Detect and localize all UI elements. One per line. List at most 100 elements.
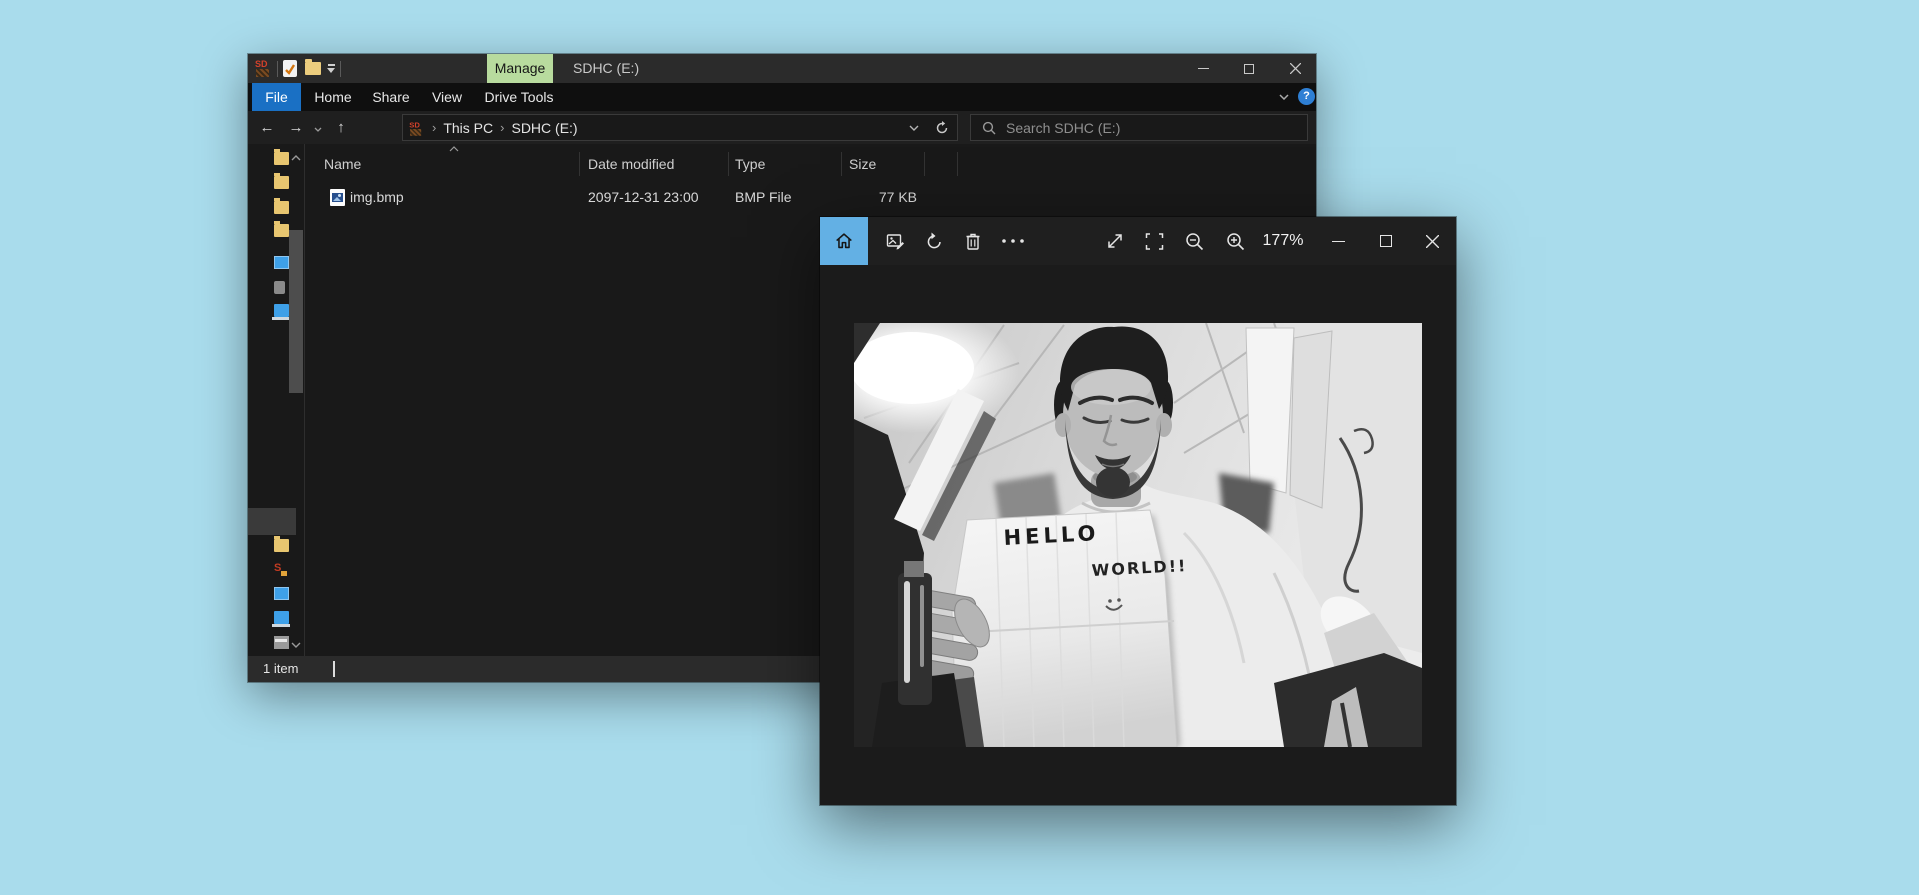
delete-button[interactable] — [954, 217, 992, 265]
minimize-icon — [1198, 68, 1209, 69]
refresh-icon[interactable] — [935, 121, 949, 135]
zoom-out-button[interactable] — [1175, 217, 1213, 265]
more-options-button[interactable] — [994, 217, 1032, 265]
file-name[interactable]: img.bmp — [350, 184, 404, 210]
quick-access-toolbar: SD — [248, 54, 346, 83]
zoom-in-button[interactable] — [1216, 217, 1254, 265]
fit-frame-icon — [1144, 232, 1165, 251]
status-divider — [333, 661, 335, 677]
desktop: SD Manage SDHC (E:) — [0, 0, 1919, 895]
column-header-date-modified[interactable]: Date modified — [588, 150, 674, 178]
fit-to-window-button[interactable] — [1135, 217, 1173, 265]
sign-line1: HELLO — [1003, 521, 1100, 550]
tree-laptop-icon[interactable] — [274, 304, 289, 317]
edit-image-button[interactable] — [876, 217, 914, 265]
close-icon — [1290, 63, 1301, 74]
tree-device-icon[interactable] — [274, 281, 285, 294]
breadcrumb-drive-icon: SD — [409, 121, 423, 136]
address-dropdown-icon[interactable] — [909, 125, 919, 131]
nav-scroll-up-icon[interactable] — [288, 152, 304, 164]
column-header-size[interactable]: Size — [849, 150, 876, 178]
photos-close-button[interactable] — [1413, 217, 1451, 265]
new-folder-icon[interactable] — [305, 62, 321, 75]
close-button[interactable] — [1272, 54, 1318, 83]
minimize-button[interactable] — [1180, 54, 1226, 83]
tree-drive-icon[interactable] — [274, 636, 289, 649]
photos-toolbar: 177% — [820, 217, 1456, 265]
zoom-level: 177% — [1258, 217, 1308, 265]
qat-separator — [277, 61, 278, 77]
breadcrumb-sdhc[interactable]: SDHC (E:) — [511, 120, 577, 136]
column-header-type[interactable]: Type — [735, 150, 765, 178]
file-type: BMP File — [735, 184, 792, 210]
tab-share[interactable]: Share — [370, 83, 412, 111]
tree-item-highlight[interactable] — [248, 508, 296, 535]
tree-folder-icon[interactable] — [274, 201, 289, 214]
sd-drive-icon: SD — [255, 60, 272, 78]
collapse-ribbon-button[interactable] — [1270, 83, 1298, 111]
home-button[interactable] — [820, 217, 868, 265]
recent-locations-dropdown[interactable] — [308, 111, 328, 144]
photo-hello-world: HELLO WORLD!! — [854, 323, 1422, 747]
photos-window: 177% — [820, 217, 1456, 805]
zoom-in-icon — [1225, 231, 1246, 252]
tree-device-icon[interactable] — [274, 587, 289, 600]
breadcrumb-separator: › — [493, 120, 511, 135]
search-input[interactable] — [1006, 120, 1286, 136]
back-button[interactable]: ← — [254, 111, 280, 144]
properties-icon[interactable] — [283, 60, 297, 77]
photos-maximize-button[interactable] — [1367, 217, 1405, 265]
tab-file[interactable]: File — [252, 83, 301, 111]
sort-ascending-icon[interactable] — [449, 146, 459, 152]
search-box[interactable] — [970, 114, 1308, 141]
window-title: SDHC (E:) — [573, 54, 639, 83]
tree-sd-card-icon[interactable]: S — [274, 562, 288, 576]
column-header-name[interactable]: Name — [324, 150, 361, 178]
forward-button[interactable]: → — [283, 111, 309, 144]
up-button[interactable]: ↑ — [328, 111, 354, 144]
trash-icon — [963, 231, 983, 252]
breadcrumb-this-pc[interactable]: This PC — [443, 120, 493, 136]
tab-view[interactable]: View — [428, 83, 466, 111]
address-row: ← → ↑ SD › This PC › SDHC (E:) — [248, 111, 1316, 144]
qat-separator — [340, 61, 341, 77]
minimize-icon — [1332, 241, 1345, 242]
file-row-img-bmp[interactable]: img.bmp 2097-12-31 23:00 BMP File 77 KB — [306, 184, 966, 210]
tree-folder-icon[interactable] — [274, 152, 289, 165]
manage-contextual-tab[interactable]: Manage — [487, 54, 553, 83]
item-count: 1 item — [263, 656, 298, 682]
maximize-icon — [1244, 64, 1254, 74]
resize-diagonal-icon — [1105, 231, 1125, 251]
tab-drive-tools[interactable]: Drive Tools — [484, 83, 554, 111]
photos-minimize-button[interactable] — [1319, 217, 1357, 265]
file-size: 77 KB — [841, 184, 917, 210]
tree-folder-icon[interactable] — [274, 176, 289, 189]
nav-scrollbar-thumb[interactable] — [289, 230, 303, 393]
ribbon-tab-row: File Home Share View Drive Tools ? — [248, 83, 1316, 111]
help-button[interactable]: ? — [1298, 88, 1315, 105]
tree-folder-icon[interactable] — [274, 539, 289, 552]
maximize-button[interactable] — [1226, 54, 1272, 83]
nav-scroll-down-icon[interactable] — [288, 639, 304, 651]
search-icon — [982, 121, 996, 135]
close-icon — [1426, 235, 1439, 248]
breadcrumb-separator: › — [425, 120, 443, 135]
address-bar[interactable]: SD › This PC › SDHC (E:) — [402, 114, 958, 141]
chevron-down-icon — [314, 127, 322, 132]
navigation-pane[interactable]: S — [248, 144, 305, 656]
tree-laptop-icon[interactable] — [274, 611, 289, 624]
tree-desktop-icon[interactable] — [274, 256, 289, 269]
qat-customize-dropdown-icon[interactable] — [327, 64, 335, 73]
rotate-icon — [924, 231, 945, 252]
tab-home[interactable]: Home — [312, 83, 354, 111]
maximize-icon — [1380, 235, 1392, 247]
sd-icon-label: SD — [255, 59, 268, 69]
file-date-modified: 2097-12-31 23:00 — [588, 184, 699, 210]
chevron-down-icon — [1279, 94, 1289, 100]
tree-folder-icon[interactable] — [274, 224, 289, 237]
rotate-button[interactable] — [915, 217, 953, 265]
ellipsis-icon — [1001, 238, 1025, 244]
actual-size-button[interactable] — [1096, 217, 1134, 265]
explorer-titlebar[interactable]: SD Manage SDHC (E:) — [248, 54, 1316, 83]
home-icon — [833, 230, 855, 252]
